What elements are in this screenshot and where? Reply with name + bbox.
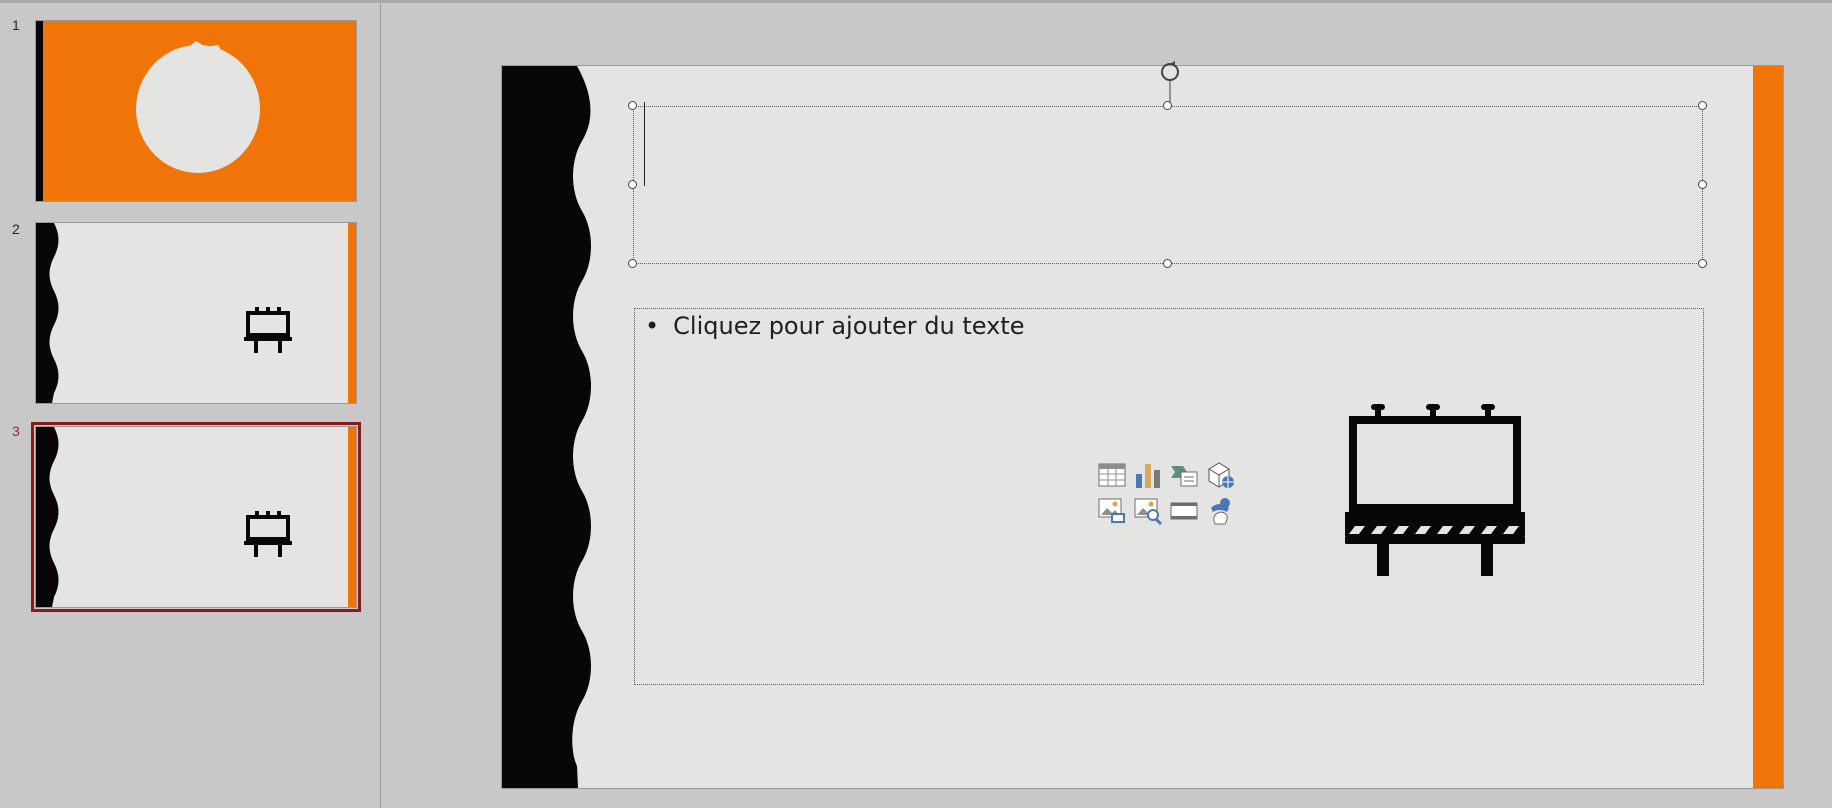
slide-number-2: 2 [12, 221, 20, 237]
orange-right-stripe [1753, 66, 1783, 788]
slide-thumbnail-1[interactable] [35, 20, 357, 202]
video-icon[interactable] [1169, 496, 1199, 526]
resize-handle-top[interactable] [1163, 101, 1172, 110]
placeholder-prompt: Cliquez pour ajouter du texte [673, 312, 1025, 340]
slide-thumbnail-pane[interactable]: 1 2 3 [0, 3, 380, 808]
slide-thumbnail-3[interactable] [31, 422, 361, 612]
slide-number-1: 1 [12, 17, 20, 33]
resize-handle-bottom[interactable] [1163, 259, 1172, 268]
chart-icon[interactable] [1133, 460, 1163, 490]
slide-thumbnail-2[interactable] [35, 222, 357, 404]
picture-icon[interactable] [1097, 496, 1127, 526]
wavy-left-band [502, 66, 591, 788]
resize-handle-bottom-right[interactable] [1698, 259, 1707, 268]
smartart-icon[interactable] [1169, 460, 1199, 490]
3d-model-icon[interactable] [1205, 460, 1235, 490]
billboard-icon[interactable] [1345, 400, 1525, 576]
resize-handle-bottom-left[interactable] [628, 259, 637, 268]
resize-handle-right[interactable] [1698, 180, 1707, 189]
online-picture-icon[interactable] [1133, 496, 1163, 526]
bullet-marker: • [645, 312, 660, 340]
resize-handle-top-right[interactable] [1698, 101, 1707, 110]
table-icon[interactable] [1097, 460, 1127, 490]
content-placeholder-text[interactable]: • Cliquez pour ajouter du texte [645, 312, 1024, 340]
resize-handle-left[interactable] [628, 180, 637, 189]
title-placeholder[interactable] [633, 106, 1703, 264]
icons-icon[interactable] [1205, 496, 1235, 526]
text-cursor [644, 102, 645, 186]
slide-number-3: 3 [12, 423, 20, 439]
resize-handle-top-left[interactable] [628, 101, 637, 110]
insert-content-icons [1097, 460, 1237, 532]
